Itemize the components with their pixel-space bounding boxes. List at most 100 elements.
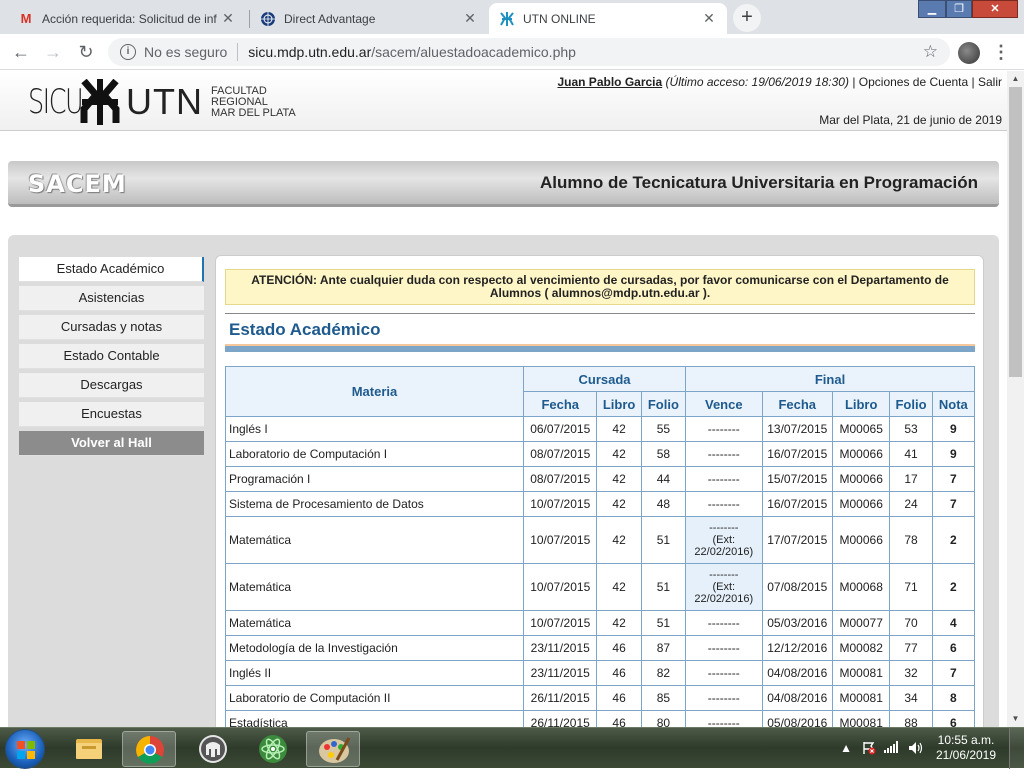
last-access: (Último acceso: 19/06/2019 18:30): [665, 75, 849, 89]
cell-cursada-fecha: 10/07/2015: [522, 610, 598, 636]
forward-arrow-icon[interactable]: →: [41, 41, 65, 63]
student-role: Alumno de Tecnicatura Universitaria en P…: [539, 173, 978, 192]
cell-final-nota: 8: [931, 685, 976, 711]
scroll-thumb[interactable]: [1009, 87, 1022, 377]
cell-cursada-libro: 42: [596, 441, 642, 467]
scroll-up-arrow-icon[interactable]: ▲: [1007, 71, 1024, 87]
new-tab-button[interactable]: +: [733, 4, 761, 32]
cell-final-fecha: 04/08/2016: [761, 685, 834, 711]
show-hidden-icons-icon[interactable]: ▲: [840, 741, 852, 755]
menu-item-estado-academico[interactable]: Estado Académico: [19, 257, 204, 282]
cell-final-fecha: 07/08/2015: [761, 563, 834, 611]
cell-cursada-libro: 42: [596, 563, 642, 611]
cell-cursada-folio: 51: [640, 516, 687, 564]
cell-final-nota: 6: [931, 635, 976, 661]
cell-final-folio: 71: [889, 563, 933, 611]
network-signal-icon[interactable]: [884, 741, 900, 756]
menu-item-encuestas[interactable]: Encuestas: [19, 402, 204, 427]
taskbar-clock[interactable]: 10:55 a.m. 21/06/2019: [934, 733, 998, 763]
profile-avatar[interactable]: [958, 42, 980, 64]
current-date: Mar del Plata, 21 de junio de 2019: [819, 113, 1002, 127]
info-icon[interactable]: i: [120, 44, 136, 60]
col-header-final-libro: Libro: [831, 391, 891, 417]
page-scrollbar[interactable]: ▲ ▼: [1007, 71, 1024, 727]
logo-utn-text: UTN: [126, 81, 203, 122]
cell-final-vence: -------- (Ext: 22/02/2016): [685, 516, 763, 564]
cell-final-vence: --------: [685, 635, 763, 661]
paint-icon[interactable]: [306, 731, 360, 767]
cell-cursada-fecha: 10/07/2015: [522, 563, 598, 611]
menu-item-descargas[interactable]: Descargas: [19, 373, 204, 398]
faculty-line: FACULTAD: [211, 84, 267, 97]
tab-direct-advantage[interactable]: Direct Advantage ✕: [250, 3, 488, 34]
windows-logo-icon: [17, 741, 35, 759]
reload-icon[interactable]: ↻: [74, 41, 98, 63]
cell-final-libro: M00077: [831, 610, 891, 636]
start-button[interactable]: [5, 729, 45, 769]
cell-final-nota: 2: [931, 516, 976, 564]
cell-materia: Inglés I: [225, 416, 524, 442]
cell-cursada-libro: 42: [596, 416, 642, 442]
action-center-flag-icon[interactable]: [862, 741, 876, 758]
security-label[interactable]: No es seguro: [144, 44, 227, 60]
browser-menu-icon[interactable]: ⋮: [992, 42, 1010, 64]
cell-final-libro: M00065: [831, 416, 891, 442]
menu-item-cursadas-notas[interactable]: Cursadas y notas: [19, 315, 204, 340]
sicu-utn-logo: SICU UTN FACULTAD REGIONAL MAR DEL PLATA: [28, 77, 311, 127]
vence-dashes: --------: [709, 522, 739, 534]
sacem-banner: SACEM Alumno de Tecnicatura Universitari…: [8, 161, 999, 207]
close-tab-icon[interactable]: ✕: [220, 10, 236, 27]
minimize-icon[interactable]: ▁: [918, 0, 946, 18]
title-underline-bar: [225, 344, 975, 352]
logout-link[interactable]: Salir: [978, 75, 1002, 89]
tab-utn-online[interactable]: UTN ONLINE ✕: [489, 3, 727, 34]
cell-final-libro: M00081: [831, 685, 891, 711]
cell-final-vence: --------: [685, 441, 763, 467]
menu-item-asistencias[interactable]: Asistencias: [19, 286, 204, 311]
close-tab-icon[interactable]: ✕: [462, 10, 478, 27]
cell-final-libro: M00066: [831, 441, 891, 467]
cell-cursada-libro: 42: [596, 516, 642, 564]
close-tab-icon[interactable]: ✕: [701, 10, 717, 27]
user-name-link[interactable]: Juan Pablo Garcia: [557, 75, 662, 89]
attention-notice: ATENCIÓN: Ante cualquier duda con respec…: [225, 269, 975, 305]
cell-cursada-fecha: 06/07/2015: [522, 416, 598, 442]
cell-cursada-fecha: 26/11/2015: [522, 685, 598, 711]
show-desktop-button[interactable]: [1009, 728, 1024, 769]
elephant-app-icon[interactable]: [186, 731, 240, 767]
cell-final-vence: --------: [685, 610, 763, 636]
close-window-icon[interactable]: ✕: [972, 0, 1018, 18]
account-options-link[interactable]: Opciones de Cuenta: [859, 75, 968, 89]
windows-taskbar: ▲ 10:55 a.m. 21/06/2019: [0, 727, 1024, 769]
cell-cursada-folio: 82: [640, 660, 687, 686]
back-arrow-icon[interactable]: ←: [9, 41, 33, 63]
cell-cursada-fecha: 08/07/2015: [522, 441, 598, 467]
restore-icon[interactable]: ❐: [946, 0, 972, 18]
url-bar[interactable]: i No es seguro sicu.mdp.utn.edu.ar/sacem…: [108, 38, 950, 66]
cell-final-fecha: 13/07/2015: [761, 416, 834, 442]
bookmark-star-icon[interactable]: ☆: [923, 42, 938, 62]
table-body: Inglés I 06/07/2015 42 55 -------- 13/07/2015…: [225, 416, 976, 727]
cell-cursada-folio: 85: [640, 685, 687, 711]
cell-materia: Matemática: [225, 610, 524, 636]
back-to-hall-button[interactable]: Volver al Hall: [19, 431, 204, 456]
table-row: Laboratorio de Computación I 08/07/2015 42…: [225, 441, 976, 467]
cell-final-folio: 78: [889, 516, 933, 564]
tab-gmail[interactable]: M Acción requerida: Solicitud de inf ✕: [8, 3, 246, 34]
volume-icon[interactable]: [908, 741, 924, 758]
cell-final-folio: 34: [889, 685, 933, 711]
file-explorer-icon[interactable]: [62, 731, 116, 767]
menu-item-estado-contable[interactable]: Estado Contable: [19, 344, 204, 369]
sacem-logo: SACEM: [28, 170, 127, 198]
atom-icon[interactable]: [246, 731, 300, 767]
cell-cursada-fecha: 10/07/2015: [522, 491, 598, 517]
cell-cursada-fecha: 23/11/2015: [522, 660, 598, 686]
chrome-icon[interactable]: [122, 731, 176, 767]
col-header-cursada-folio: Folio: [640, 391, 687, 417]
tab-title: Direct Advantage: [284, 11, 376, 26]
scroll-down-arrow-icon[interactable]: ▼: [1007, 711, 1024, 727]
cell-final-nota: 7: [931, 660, 976, 686]
table-row: Metodología de la Investigación 23/11/201…: [225, 635, 976, 661]
site-header: SICU UTN FACULTAD REGIONAL MAR DEL PLATA…: [0, 71, 1007, 131]
cell-cursada-fecha: 23/11/2015: [522, 635, 598, 661]
